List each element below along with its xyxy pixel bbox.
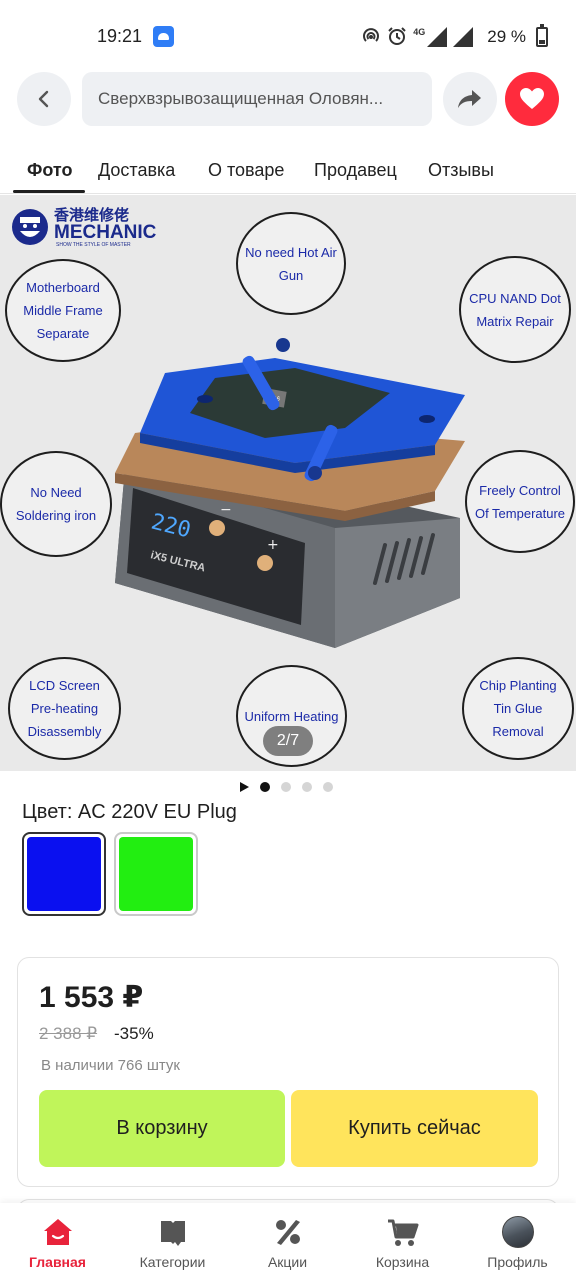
tab-delivery[interactable]: Доставка bbox=[98, 160, 175, 181]
signal-icon bbox=[427, 27, 448, 47]
app-notification-icon bbox=[153, 26, 174, 47]
add-to-cart-button[interactable]: В корзину bbox=[39, 1090, 285, 1167]
buy-now-button[interactable]: Купить сейчас bbox=[291, 1090, 538, 1167]
status-time: 19:21 bbox=[97, 26, 143, 46]
home-icon bbox=[42, 1216, 74, 1248]
current-price: 1 553 ₽ bbox=[39, 981, 144, 1014]
feature-no-soldering-iron: No Need Soldering iron bbox=[0, 451, 112, 557]
product-device-illustration: 220 iX5 ULTRA − + A16 bbox=[115, 338, 465, 648]
active-tab-indicator bbox=[13, 190, 85, 193]
feature-motherboard-separate: Motherboard Middle Frame Separate bbox=[5, 259, 121, 362]
nav-label: Профиль bbox=[487, 1254, 548, 1270]
search-field[interactable]: Сверхвзрывозащищенная Оловян... bbox=[82, 72, 432, 126]
alarm-icon bbox=[387, 26, 407, 49]
status-icons: 4G 29 % bbox=[361, 24, 548, 50]
tab-reviews[interactable]: Отзывы bbox=[428, 160, 494, 181]
swatch-fill bbox=[27, 837, 101, 911]
avatar-icon bbox=[501, 1216, 534, 1248]
discount-badge: -35% bbox=[114, 1024, 154, 1043]
feature-no-hot-air-gun: No need Hot Air Gun bbox=[236, 212, 346, 315]
search-text: Сверхвзрывозащищенная Оловян... bbox=[98, 89, 384, 108]
brand-logo: 香港维修佬 MECHANIC SHOW THE STYLE OF MASTER bbox=[12, 206, 157, 248]
feature-lcd-preheating: LCD Screen Pre-heating Disassembly bbox=[8, 657, 121, 760]
nav-categories[interactable]: Категории bbox=[115, 1203, 230, 1280]
svg-text:+: + bbox=[267, 537, 279, 553]
signal-icon bbox=[453, 27, 474, 47]
book-icon bbox=[157, 1216, 189, 1248]
network-type: 4G bbox=[413, 27, 426, 37]
top-header: Сверхвзрывозащищенная Оловян... bbox=[0, 72, 576, 128]
stock-status: В наличии 766 штук bbox=[41, 1057, 180, 1074]
brand-name: MECHANIC bbox=[54, 222, 157, 243]
carousel-dot[interactable] bbox=[281, 782, 291, 792]
tab-photo[interactable]: Фото bbox=[27, 160, 72, 181]
tab-seller[interactable]: Продавец bbox=[314, 160, 397, 181]
nav-label: Главная bbox=[29, 1254, 86, 1270]
nav-label: Категории bbox=[139, 1254, 206, 1270]
image-counter: 2/7 bbox=[263, 726, 313, 756]
heart-icon bbox=[520, 88, 544, 109]
svg-text:−: − bbox=[220, 502, 232, 518]
carousel-dot[interactable] bbox=[260, 782, 270, 792]
carousel-indicator bbox=[240, 780, 333, 794]
play-icon[interactable] bbox=[240, 782, 249, 792]
share-arrow-icon bbox=[458, 90, 481, 108]
favorite-button[interactable] bbox=[505, 72, 559, 126]
color-label: Цвет: AC 220V EU Plug bbox=[22, 801, 237, 823]
brand-tagline: SHOW THE STYLE OF MASTER bbox=[56, 242, 131, 248]
old-price: 2 388 ₽ bbox=[39, 1024, 98, 1043]
product-image-gallery[interactable]: 香港维修佬 MECHANIC SHOW THE STYLE OF MASTER … bbox=[0, 195, 576, 771]
nav-label: Акции bbox=[267, 1254, 308, 1270]
tab-about[interactable]: О товаре bbox=[208, 160, 284, 181]
share-button[interactable] bbox=[443, 72, 497, 126]
section-tabs: Фото Доставка О товаре Продавец Отзывы bbox=[0, 150, 576, 194]
feature-temperature-control: Freely Control Of Temperature bbox=[465, 450, 575, 553]
carousel-dot[interactable] bbox=[323, 782, 333, 792]
bottom-navigation: Главная Категории Акции Корзина Профиль bbox=[0, 1203, 576, 1280]
battery-percent: 29 % bbox=[487, 27, 526, 46]
feature-chip-planting: Chip Planting Tin Glue Removal bbox=[462, 657, 574, 760]
feature-cpu-nand-repair: CPU NAND Dot Matrix Repair bbox=[459, 256, 571, 363]
status-bar: 19:21 4G 29 % bbox=[0, 0, 576, 72]
color-swatch-green[interactable] bbox=[114, 832, 198, 916]
nav-cart[interactable]: Корзина bbox=[345, 1203, 460, 1280]
back-button[interactable] bbox=[17, 72, 71, 126]
nav-label: Корзина bbox=[375, 1254, 430, 1270]
avatar bbox=[501, 1216, 534, 1248]
cart-icon bbox=[387, 1216, 419, 1248]
percent-icon bbox=[272, 1216, 304, 1248]
carousel-dot[interactable] bbox=[302, 782, 312, 792]
nav-profile[interactable]: Профиль bbox=[460, 1203, 575, 1280]
nav-home[interactable]: Главная bbox=[0, 1203, 115, 1280]
nav-promotions[interactable]: Акции bbox=[230, 1203, 345, 1280]
swatch-fill bbox=[119, 837, 193, 911]
chevron-left-icon bbox=[38, 90, 49, 108]
color-swatch-blue[interactable] bbox=[22, 832, 106, 916]
battery-icon bbox=[536, 24, 548, 47]
hotspot-icon bbox=[361, 26, 381, 49]
price-card: 1 553 ₽ 2 388 ₽ -35% В наличии 766 штук … bbox=[17, 957, 559, 1187]
